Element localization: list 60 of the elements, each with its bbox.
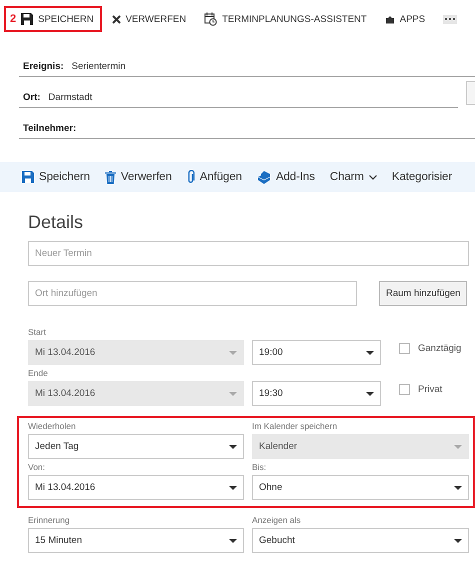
dropdown-field[interactable]: 19:00 xyxy=(252,340,381,365)
form-field[interactable]: Teilnehmer: xyxy=(19,123,475,139)
form-field[interactable]: Ort: Darmstadt xyxy=(19,92,458,108)
dropdown-field[interactable]: 15 Minuten xyxy=(28,528,244,553)
title-field[interactable]: Neuer Termin xyxy=(28,241,469,266)
field-label: Anzeigen als xyxy=(252,514,302,527)
dropdown-arrow-icon xyxy=(454,486,462,490)
field-label: Erinnerung xyxy=(28,514,71,527)
dropdown-arrow-icon xyxy=(229,538,237,542)
dropdown-arrow-icon xyxy=(229,486,237,490)
side-button[interactable] xyxy=(466,80,475,104)
toolbar-button[interactable]: VERWERFEN xyxy=(106,6,194,32)
field-label: Bis: xyxy=(252,461,268,474)
paperclip-icon xyxy=(186,170,195,184)
toolbar-button[interactable]: Speichern xyxy=(22,171,90,183)
trash-icon xyxy=(104,170,116,184)
field-label: Ereignis: xyxy=(23,61,64,72)
add-room-button[interactable]: Raum hinzufügen xyxy=(379,281,468,306)
dropdown-arrow-icon xyxy=(454,538,462,542)
dropdown-field[interactable]: Ohne xyxy=(252,475,469,500)
toolbar-button[interactable]: Add-Ins xyxy=(256,170,315,184)
checkbox[interactable] xyxy=(399,343,410,354)
field-label: Start xyxy=(28,326,47,339)
location-field[interactable]: Ort hinzufügen xyxy=(28,281,357,306)
cube-icon xyxy=(256,170,271,184)
field-label: Wiederholen xyxy=(28,420,77,433)
dropdown-field[interactable]: Gebucht xyxy=(252,528,469,553)
close-icon xyxy=(112,14,121,24)
toolbar-button[interactable]: Charm xyxy=(330,171,377,183)
field-label: Ende xyxy=(28,367,49,380)
chevron-down-icon xyxy=(368,174,377,180)
dropdown-field[interactable]: Jeden Tag xyxy=(28,434,244,459)
checkbox-label: Privat xyxy=(418,384,442,395)
more-options-icon[interactable] xyxy=(443,14,458,24)
toolbar-button[interactable]: APPS xyxy=(378,6,434,32)
highlighted-toolbar-button[interactable]: 2 SPEICHERN xyxy=(4,6,102,32)
field-label: Von: xyxy=(28,461,46,474)
dropdown-arrow-icon xyxy=(229,350,237,354)
dropdown-arrow-icon xyxy=(454,444,462,448)
toolbar-button[interactable]: TERMINPLANUNGS-ASSISTENT xyxy=(198,6,375,32)
form-field[interactable]: Ereignis: Serientermin xyxy=(19,61,475,77)
field-value: Darmstadt xyxy=(48,92,92,103)
dropdown-field[interactable]: 19:30 xyxy=(252,381,381,406)
step-number: 2 xyxy=(10,13,16,25)
section-heading: Details xyxy=(28,212,84,233)
field-label: Im Kalender speichern xyxy=(252,420,338,433)
calendar-clock-icon xyxy=(204,12,218,26)
dropdown-field[interactable]: Mi 13.04.2016 xyxy=(28,475,244,500)
checkbox-label: Ganztägig xyxy=(418,343,462,354)
dropdown-arrow-icon xyxy=(229,392,237,396)
field-value: Serientermin xyxy=(72,61,126,72)
field-label: Teilnehmer: xyxy=(23,123,76,134)
field-label: Ort: xyxy=(23,92,40,103)
toolbar-button[interactable]: Anfügen xyxy=(186,170,242,184)
toolbar-button[interactable]: Kategorisier xyxy=(392,171,452,183)
dropdown-arrow-icon xyxy=(366,350,374,354)
dropdown-arrow-icon xyxy=(229,444,237,448)
checkbox[interactable] xyxy=(399,384,410,395)
dropdown-arrow-icon xyxy=(366,392,374,396)
toolbar-button[interactable]: Verwerfen xyxy=(104,170,172,184)
